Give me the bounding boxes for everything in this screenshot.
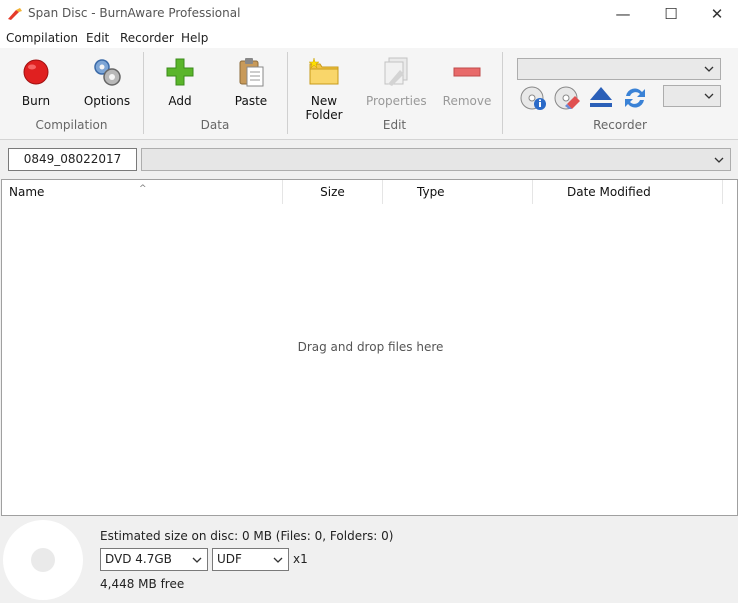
remove-button[interactable]: Remove: [440, 54, 494, 114]
column-size[interactable]: Size: [283, 180, 383, 204]
eject-icon[interactable]: [588, 84, 614, 110]
free-space: 4,448 MB free: [100, 577, 185, 591]
minimize-button[interactable]: —: [600, 0, 646, 28]
path-bar: 0849_08022017: [0, 141, 738, 178]
options-label: Options: [83, 94, 131, 108]
drop-hint: Drag and drop files here: [297, 340, 444, 354]
column-name[interactable]: Name ^: [2, 180, 283, 204]
remove-minus-icon: [453, 67, 481, 77]
app-flame-icon: [8, 8, 22, 20]
column-date-modified[interactable]: Date Modified: [533, 180, 723, 204]
chevron-down-icon: [704, 93, 714, 99]
refresh-icon[interactable]: [621, 84, 649, 112]
paste-button[interactable]: Paste: [226, 54, 276, 114]
remove-label: Remove: [442, 94, 492, 108]
chevron-down-icon: [273, 557, 283, 563]
edit-group-label: Edit: [382, 118, 407, 132]
column-type[interactable]: Type: [383, 180, 533, 204]
recorder-device-select[interactable]: [517, 58, 721, 80]
chevron-down-icon: [704, 66, 714, 72]
new-folder-button[interactable]: New Folder: [292, 54, 356, 122]
maximize-button[interactable]: ☐: [648, 0, 694, 28]
path-select[interactable]: [141, 148, 731, 171]
close-icon: ✕: [710, 5, 724, 23]
speed-label: x1: [293, 552, 308, 566]
close-button[interactable]: ✕: [694, 0, 738, 28]
recorder-group-label: Recorder: [593, 118, 647, 132]
gears-icon: [94, 59, 121, 86]
paste-clipboard-icon: [239, 58, 264, 87]
add-button[interactable]: Add: [155, 54, 205, 114]
menu-compilation[interactable]: Compilation: [6, 31, 78, 45]
compilation-group-label: Compilation: [35, 118, 108, 132]
new-folder-icon: [308, 57, 339, 85]
write-speed-select[interactable]: [663, 85, 721, 107]
menu-bar: Compilation Edit Recorder Help: [0, 28, 738, 48]
disc-hole: [31, 548, 55, 572]
disc-name-field[interactable]: 0849_08022017: [8, 148, 137, 171]
file-list[interactable]: Name ^ Size Type Date Modified Drag and …: [1, 179, 738, 516]
properties-icon: [384, 57, 408, 86]
title-bar: Span Disc - BurnAware Professional — ☐ ✕: [0, 0, 738, 28]
properties-label: Properties: [366, 94, 427, 108]
disc-icon: [3, 520, 83, 600]
disc-type-select[interactable]: DVD 4.7GB: [100, 548, 208, 571]
data-group-label: Data: [200, 118, 230, 132]
properties-button[interactable]: Properties: [366, 54, 427, 114]
window-title: Span Disc - BurnAware Professional: [28, 6, 241, 20]
paste-label: Paste: [234, 94, 268, 108]
chevron-down-icon: [714, 157, 724, 163]
disc-info-icon[interactable]: [519, 84, 547, 112]
maximize-icon: ☐: [664, 5, 678, 23]
add-label: Add: [168, 94, 192, 108]
status-area: Estimated size on disc: 0 MB (Files: 0, …: [0, 517, 738, 603]
menu-recorder[interactable]: Recorder: [120, 31, 174, 45]
minimize-icon: —: [615, 5, 631, 23]
ribbon-toolbar: Burn Options Compilation Add Paste Data: [0, 48, 738, 140]
burn-record-icon: [23, 59, 49, 85]
sort-ascending-icon: ^: [139, 184, 147, 194]
filesystem-select[interactable]: UDF: [212, 548, 289, 571]
chevron-down-icon: [192, 557, 202, 563]
add-plus-icon: [166, 58, 194, 86]
disc-erase-icon[interactable]: [553, 84, 581, 112]
estimated-size: Estimated size on disc: 0 MB (Files: 0, …: [100, 529, 394, 543]
menu-edit[interactable]: Edit: [86, 31, 109, 45]
menu-help[interactable]: Help: [181, 31, 208, 45]
burn-label: Burn: [21, 94, 51, 108]
options-button[interactable]: Options: [80, 54, 134, 114]
burn-button[interactable]: Burn: [10, 54, 62, 114]
